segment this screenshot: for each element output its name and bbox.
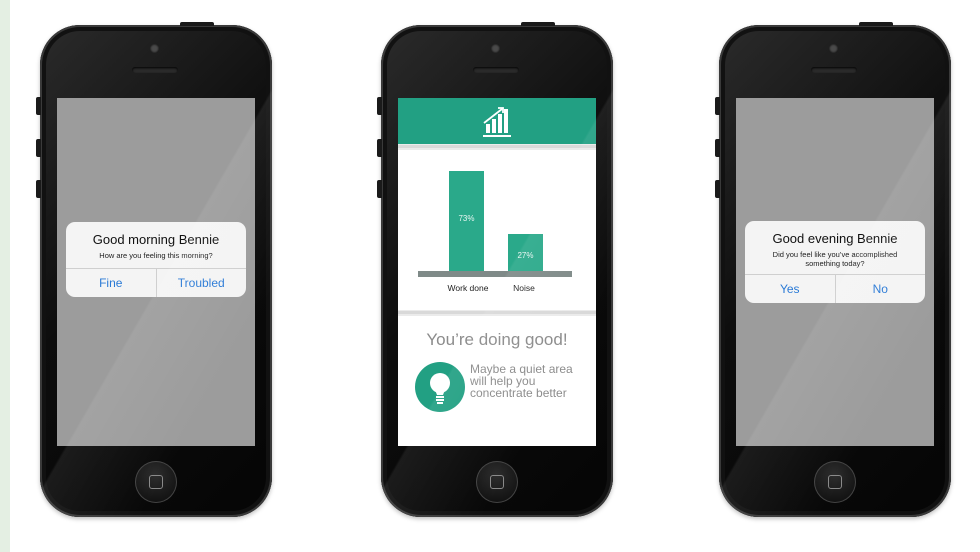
alert-title: Good morning Bennie (92, 232, 220, 247)
volume-down-button (377, 139, 382, 157)
no-button[interactable]: No (834, 275, 926, 303)
bar-value-label: 27% (517, 251, 534, 260)
lightbulb-icon (430, 373, 450, 404)
divider (398, 311, 596, 314)
tip-text: Maybe a quiet area will help you concent… (470, 362, 573, 400)
home-button[interactable] (814, 461, 856, 503)
home-square-icon (828, 475, 842, 489)
status-title: You’re doing good! (426, 330, 568, 349)
earpiece-speaker (132, 67, 178, 73)
mute-switch (377, 180, 382, 198)
power-button (859, 22, 893, 26)
divider (398, 145, 596, 148)
front-camera (829, 44, 838, 53)
app-header (398, 98, 596, 144)
front-camera (150, 44, 159, 53)
power-button (180, 22, 214, 26)
screen-morning: Good morning Bennie How are you feeling … (57, 98, 255, 446)
home-button[interactable] (476, 461, 518, 503)
volume-up-button (36, 97, 41, 115)
stats-chart: 73% 27% Work done Noise (398, 150, 596, 310)
bar-value-label: 73% (458, 214, 475, 223)
home-square-icon (149, 475, 163, 489)
chart-baseline (418, 271, 572, 277)
left-edge-strip (0, 0, 10, 552)
alert-title: Good evening Bennie (772, 231, 898, 246)
earpiece-speaker (811, 67, 857, 73)
screen-dashboard: 73% 27% Work done Noise You’re doing goo… (398, 98, 596, 446)
alert-message: How are you feeling this morning? (99, 251, 213, 260)
volume-down-button (36, 139, 41, 157)
bar-chart-growth-icon (483, 107, 511, 137)
alert-message: Did you feel like you’ve accomplished so… (772, 250, 898, 268)
front-camera (491, 44, 500, 53)
bar-work-done: 73% (449, 171, 484, 271)
phone-evening: Good evening Bennie Did you feel like yo… (715, 22, 951, 517)
mute-switch (715, 180, 720, 198)
evening-alert-dialog: Good evening Bennie Did you feel like yo… (745, 221, 925, 303)
volume-down-button (715, 139, 720, 157)
volume-up-button (715, 97, 720, 115)
power-button (521, 22, 555, 26)
troubled-button[interactable]: Troubled (155, 269, 247, 297)
phone-morning: Good morning Bennie How are you feeling … (36, 22, 272, 517)
mute-switch (36, 180, 41, 198)
morning-alert-dialog: Good morning Bennie How are you feeling … (66, 222, 246, 297)
volume-up-button (377, 97, 382, 115)
feedback-panel: You’re doing good! Maybe a quiet area wi… (398, 316, 596, 446)
fine-button[interactable]: Fine (66, 269, 156, 297)
home-button[interactable] (135, 461, 177, 503)
lightbulb-badge (415, 362, 465, 412)
yes-button[interactable]: Yes (745, 275, 835, 303)
category-label: Work done (447, 283, 489, 293)
alert-actions: Yes No (745, 274, 925, 303)
earpiece-speaker (473, 67, 519, 73)
category-label: Noise (513, 283, 535, 293)
bar-noise: 27% (508, 234, 543, 271)
screen-evening: Good evening Bennie Did you feel like yo… (736, 98, 934, 446)
home-square-icon (490, 475, 504, 489)
phone-dashboard: 73% 27% Work done Noise You’re doing goo… (377, 22, 613, 517)
alert-actions: Fine Troubled (66, 268, 246, 297)
